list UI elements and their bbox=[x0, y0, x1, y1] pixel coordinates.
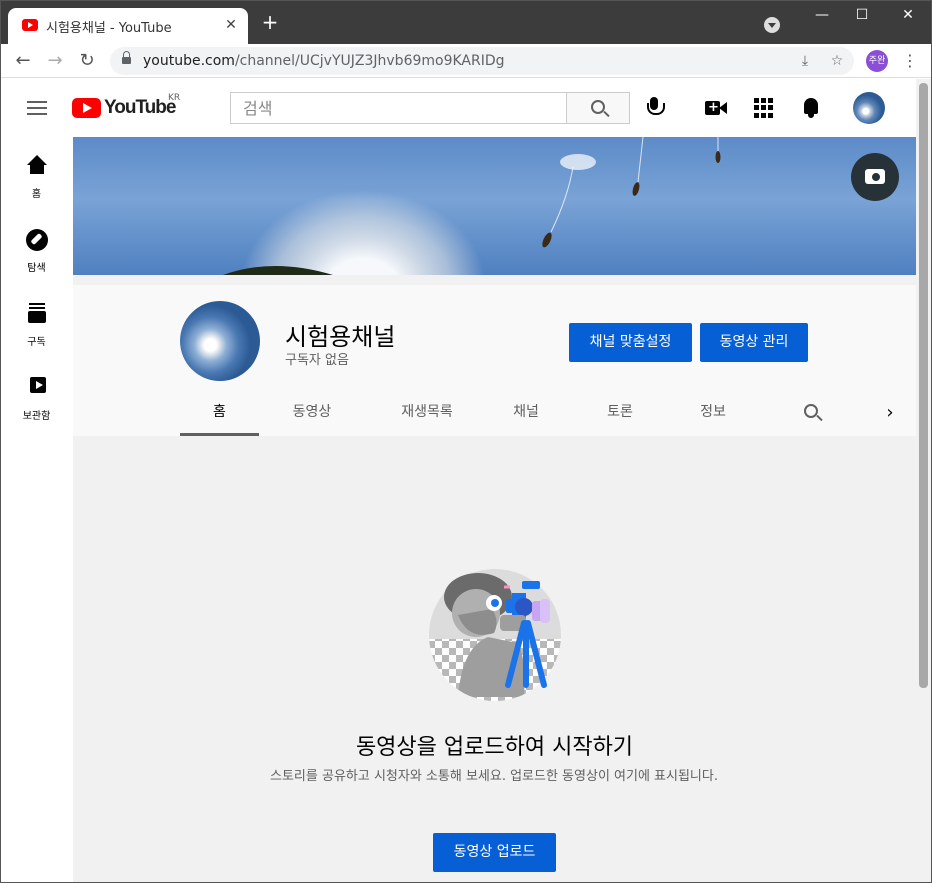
create-video-icon[interactable]: + bbox=[705, 96, 729, 120]
manage-videos-button[interactable]: 동영상 관리 bbox=[700, 323, 808, 362]
maximize-button[interactable]: ☐ bbox=[842, 4, 882, 26]
browser-toolbar: ← → ↻ youtube.com/channel/UCjvYUJZ3Jhvb6… bbox=[0, 44, 932, 78]
guide-item-explore[interactable]: 탐색 bbox=[0, 211, 73, 285]
tab-search-icon[interactable] bbox=[764, 17, 780, 33]
browser-tab[interactable]: 시험용채널 - YouTube ✕ bbox=[8, 8, 248, 44]
youtube-logo-text: YouTube bbox=[104, 97, 176, 118]
search-input[interactable] bbox=[231, 93, 565, 123]
channel-header: 시험용채널 구독자 없음 채널 맞춤설정 동영상 관리 홈 동영상 재생목록 채… bbox=[73, 285, 916, 436]
channel-avatar[interactable] bbox=[180, 301, 260, 381]
guide-label: 탐색 bbox=[27, 263, 46, 274]
guide-item-home[interactable]: 홈 bbox=[0, 137, 73, 211]
apps-grid-icon[interactable] bbox=[752, 96, 776, 120]
youtube-favicon-icon bbox=[22, 19, 38, 31]
address-bar[interactable]: youtube.com/channel/UCjvYUJZ3Jhvb69mo9KA… bbox=[110, 47, 854, 75]
lock-icon[interactable] bbox=[122, 51, 131, 66]
empty-state-illustration bbox=[429, 569, 561, 701]
guide-item-library[interactable]: 보관함 bbox=[0, 359, 73, 433]
notifications-bell-icon[interactable] bbox=[800, 96, 824, 120]
install-icon[interactable]: ⤓ bbox=[796, 52, 814, 70]
search-button[interactable] bbox=[566, 92, 630, 124]
url-text[interactable]: youtube.com/channel/UCjvYUJZ3Jhvb69mo9KA… bbox=[143, 53, 505, 69]
new-tab-button[interactable]: + bbox=[260, 12, 280, 32]
tabs-next-arrow-icon[interactable]: › bbox=[880, 389, 900, 436]
tab-about[interactable]: 정보 bbox=[683, 389, 743, 436]
explore-compass-icon bbox=[26, 229, 48, 251]
tab-playlists[interactable]: 재생목록 bbox=[378, 389, 476, 436]
minimize-button[interactable]: — bbox=[802, 4, 842, 26]
browser-menu-icon[interactable]: ⋮ bbox=[900, 50, 920, 72]
customize-channel-button[interactable]: 채널 맞춤설정 bbox=[569, 323, 692, 362]
youtube-logo[interactable]: YouTube KR bbox=[72, 93, 192, 121]
close-window-button[interactable]: ✕ bbox=[888, 4, 928, 26]
country-code: KR bbox=[168, 93, 181, 103]
home-icon bbox=[26, 155, 48, 177]
reload-button[interactable]: ↻ bbox=[75, 49, 99, 73]
search-icon bbox=[591, 100, 605, 114]
tab-title: 시험용채널 - YouTube bbox=[46, 21, 172, 36]
browser-window: 시험용채널 - YouTube ✕ + — ☐ ✕ ← → ↻ youtube.… bbox=[0, 0, 932, 883]
edit-banner-camera-icon[interactable] bbox=[851, 153, 899, 201]
channel-banner bbox=[73, 137, 916, 275]
subscriptions-icon bbox=[26, 303, 48, 325]
tab-close-icon[interactable]: ✕ bbox=[222, 16, 240, 34]
page-scrollbar[interactable] bbox=[916, 79, 932, 883]
banner-seeds-image bbox=[223, 137, 721, 275]
empty-state-title: 동영상을 업로드하여 시작하기 bbox=[355, 735, 634, 760]
guide-label: 구독 bbox=[27, 337, 46, 348]
tab-discussion[interactable]: 토론 bbox=[590, 389, 650, 436]
guide-label: 보관함 bbox=[22, 411, 51, 422]
bookmark-star-icon[interactable]: ☆ bbox=[828, 52, 846, 70]
tab-home[interactable]: 홈 bbox=[180, 389, 259, 436]
tab-channels[interactable]: 채널 bbox=[496, 389, 556, 436]
hamburger-menu-icon[interactable] bbox=[27, 101, 47, 115]
browser-titlebar: 시험용채널 - YouTube ✕ + — ☐ ✕ bbox=[0, 0, 932, 44]
youtube-masthead: YouTube KR + bbox=[0, 79, 916, 137]
subscriber-count: 구독자 없음 bbox=[285, 353, 349, 368]
youtube-play-icon bbox=[72, 98, 101, 118]
mini-guide: 홈 탐색 구독 보관함 bbox=[0, 137, 73, 883]
account-avatar[interactable] bbox=[853, 92, 885, 124]
search-box bbox=[230, 92, 566, 124]
channel-search-button[interactable] bbox=[804, 404, 822, 422]
back-button[interactable]: ← bbox=[11, 49, 35, 73]
search-icon bbox=[804, 404, 818, 418]
library-icon bbox=[26, 377, 48, 399]
tab-videos[interactable]: 동영상 bbox=[273, 389, 351, 436]
guide-label: 홈 bbox=[31, 189, 42, 200]
guide-item-subscriptions[interactable]: 구독 bbox=[0, 285, 73, 359]
channel-tabs: 홈 동영상 재생목록 채널 토론 정보 › bbox=[180, 389, 916, 436]
url-path: /channel/UCjvYUJZ3Jhvb69mo9KARIDg bbox=[234, 53, 505, 69]
channel-page: 시험용채널 구독자 없음 채널 맞춤설정 동영상 관리 홈 동영상 재생목록 채… bbox=[73, 137, 916, 883]
upload-video-button[interactable]: 동영상 업로드 bbox=[433, 833, 556, 872]
empty-state-description: 스토리를 공유하고 시청자와 소통해 보세요. 업로드한 동영상이 여기에 표시… bbox=[270, 769, 718, 784]
profile-avatar[interactable]: 주완 bbox=[866, 50, 888, 72]
url-host: youtube.com bbox=[143, 53, 235, 69]
scrollbar-thumb[interactable] bbox=[919, 83, 928, 688]
voice-search-icon[interactable] bbox=[647, 97, 665, 119]
channel-name: 시험용채널 bbox=[285, 323, 396, 351]
forward-button[interactable]: → bbox=[43, 49, 67, 73]
